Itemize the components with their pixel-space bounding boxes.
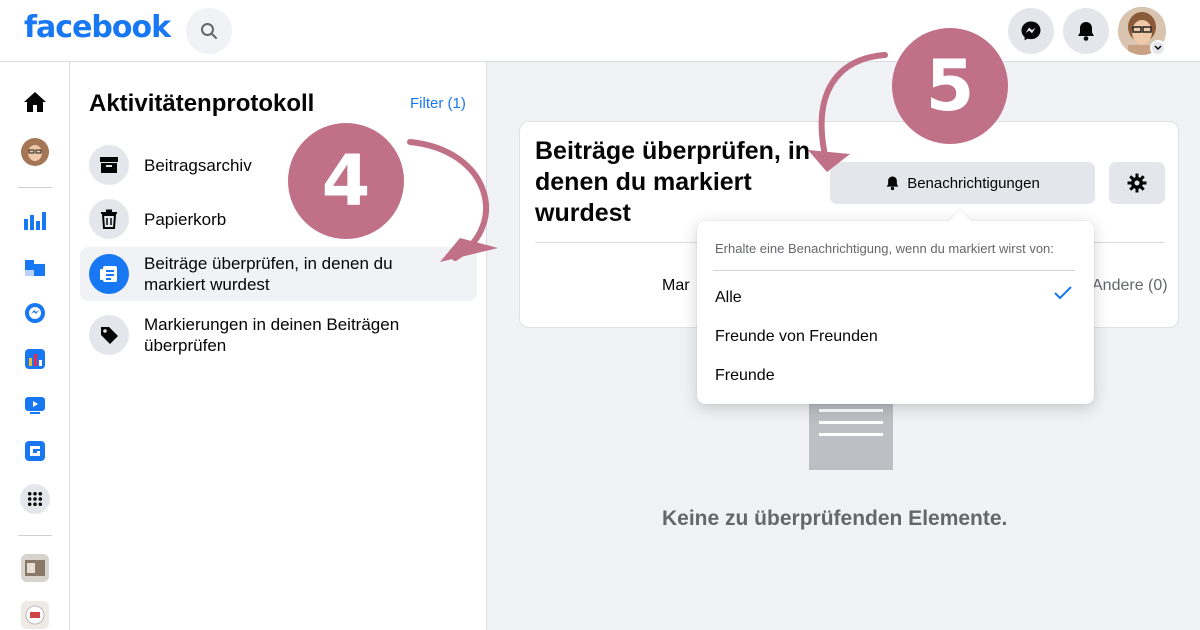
step-badge-4: 4	[288, 123, 404, 239]
step-badge-5: 5	[892, 28, 1008, 144]
annotation-arrows	[407, 52, 888, 262]
